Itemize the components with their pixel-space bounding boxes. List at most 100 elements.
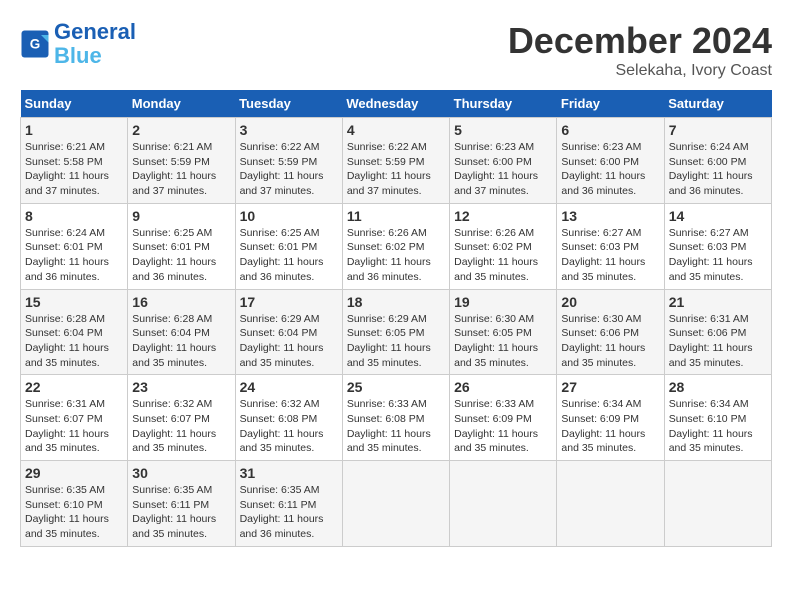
day-number: 14 (669, 208, 767, 224)
page-header: G General Blue December 2024 Selekaha, I… (20, 20, 772, 80)
day-info: Sunrise: 6:32 AM Sunset: 6:07 PM Dayligh… (132, 397, 230, 456)
day-number: 9 (132, 208, 230, 224)
day-cell-10: 10 Sunrise: 6:25 AM Sunset: 6:01 PM Dayli… (235, 203, 342, 289)
day-number: 26 (454, 379, 552, 395)
location: Selekaha, Ivory Coast (508, 62, 772, 80)
calendar-week-3: 15 Sunrise: 6:28 AM Sunset: 6:04 PM Dayli… (21, 289, 772, 375)
day-number: 31 (240, 465, 338, 481)
day-number: 20 (561, 294, 659, 310)
day-cell-23: 23 Sunrise: 6:32 AM Sunset: 6:07 PM Dayli… (128, 375, 235, 461)
day-cell-15: 15 Sunrise: 6:28 AM Sunset: 6:04 PM Dayli… (21, 289, 128, 375)
day-cell-24: 24 Sunrise: 6:32 AM Sunset: 6:08 PM Dayli… (235, 375, 342, 461)
day-number: 8 (25, 208, 123, 224)
day-info: Sunrise: 6:35 AM Sunset: 6:11 PM Dayligh… (132, 483, 230, 542)
day-info: Sunrise: 6:24 AM Sunset: 6:00 PM Dayligh… (669, 140, 767, 199)
day-cell-14: 14 Sunrise: 6:27 AM Sunset: 6:03 PM Dayli… (664, 203, 771, 289)
day-cell-2: 2Sunrise: 6:21 AM Sunset: 5:59 PM Daylig… (128, 118, 235, 204)
calendar-week-4: 22Sunrise: 6:31 AM Sunset: 6:07 PM Dayli… (21, 375, 772, 461)
day-cell-28: 28 Sunrise: 6:34 AM Sunset: 6:10 PM Dayli… (664, 375, 771, 461)
day-number: 16 (132, 294, 230, 310)
day-number: 22 (25, 379, 123, 395)
day-cell-11: 11 Sunrise: 6:26 AM Sunset: 6:02 PM Dayli… (342, 203, 449, 289)
day-cell-27: 27 Sunrise: 6:34 AM Sunset: 6:09 PM Dayli… (557, 375, 664, 461)
empty-cell (557, 461, 664, 547)
day-cell-16: 16 Sunrise: 6:28 AM Sunset: 6:04 PM Dayli… (128, 289, 235, 375)
day-cell-26: 26 Sunrise: 6:33 AM Sunset: 6:09 PM Dayli… (450, 375, 557, 461)
logo-icon: G (20, 29, 50, 59)
day-number: 7 (669, 122, 767, 138)
day-info: Sunrise: 6:33 AM Sunset: 6:08 PM Dayligh… (347, 397, 445, 456)
day-info: Sunrise: 6:23 AM Sunset: 6:00 PM Dayligh… (561, 140, 659, 199)
empty-cell (342, 461, 449, 547)
day-cell-18: 18 Sunrise: 6:29 AM Sunset: 6:05 PM Dayli… (342, 289, 449, 375)
day-number: 24 (240, 379, 338, 395)
calendar-week-5: 29Sunrise: 6:35 AM Sunset: 6:10 PM Dayli… (21, 461, 772, 547)
day-number: 23 (132, 379, 230, 395)
day-number: 4 (347, 122, 445, 138)
day-info: Sunrise: 6:28 AM Sunset: 6:04 PM Dayligh… (25, 312, 123, 371)
day-number: 6 (561, 122, 659, 138)
day-number: 19 (454, 294, 552, 310)
day-info: Sunrise: 6:28 AM Sunset: 6:04 PM Dayligh… (132, 312, 230, 371)
day-cell-22: 22Sunrise: 6:31 AM Sunset: 6:07 PM Dayli… (21, 375, 128, 461)
day-info: Sunrise: 6:21 AM Sunset: 5:58 PM Dayligh… (25, 140, 123, 199)
day-cell-21: 21 Sunrise: 6:31 AM Sunset: 6:06 PM Dayli… (664, 289, 771, 375)
weekday-header-wednesday: Wednesday (342, 90, 449, 118)
day-info: Sunrise: 6:27 AM Sunset: 6:03 PM Dayligh… (669, 226, 767, 285)
day-number: 2 (132, 122, 230, 138)
day-cell-29: 29Sunrise: 6:35 AM Sunset: 6:10 PM Dayli… (21, 461, 128, 547)
day-info: Sunrise: 6:23 AM Sunset: 6:00 PM Dayligh… (454, 140, 552, 199)
calendar-table: SundayMondayTuesdayWednesdayThursdayFrid… (20, 90, 772, 547)
day-number: 10 (240, 208, 338, 224)
day-info: Sunrise: 6:30 AM Sunset: 6:05 PM Dayligh… (454, 312, 552, 371)
day-number: 17 (240, 294, 338, 310)
day-info: Sunrise: 6:30 AM Sunset: 6:06 PM Dayligh… (561, 312, 659, 371)
day-info: Sunrise: 6:24 AM Sunset: 6:01 PM Dayligh… (25, 226, 123, 285)
day-info: Sunrise: 6:29 AM Sunset: 6:05 PM Dayligh… (347, 312, 445, 371)
day-info: Sunrise: 6:34 AM Sunset: 6:10 PM Dayligh… (669, 397, 767, 456)
logo-text: General Blue (54, 20, 136, 68)
day-info: Sunrise: 6:35 AM Sunset: 6:11 PM Dayligh… (240, 483, 338, 542)
day-cell-17: 17Sunrise: 6:29 AM Sunset: 6:04 PM Dayli… (235, 289, 342, 375)
day-info: Sunrise: 6:34 AM Sunset: 6:09 PM Dayligh… (561, 397, 659, 456)
day-info: Sunrise: 6:22 AM Sunset: 5:59 PM Dayligh… (240, 140, 338, 199)
day-cell-3: 3 Sunrise: 6:22 AM Sunset: 5:59 PM Daylig… (235, 118, 342, 204)
day-info: Sunrise: 6:25 AM Sunset: 6:01 PM Dayligh… (240, 226, 338, 285)
day-number: 11 (347, 208, 445, 224)
day-info: Sunrise: 6:26 AM Sunset: 6:02 PM Dayligh… (347, 226, 445, 285)
day-number: 3 (240, 122, 338, 138)
day-info: Sunrise: 6:31 AM Sunset: 6:06 PM Dayligh… (669, 312, 767, 371)
day-cell-5: 5Sunrise: 6:23 AM Sunset: 6:00 PM Daylig… (450, 118, 557, 204)
day-number: 21 (669, 294, 767, 310)
day-info: Sunrise: 6:26 AM Sunset: 6:02 PM Dayligh… (454, 226, 552, 285)
day-number: 29 (25, 465, 123, 481)
day-number: 15 (25, 294, 123, 310)
weekday-header-row: SundayMondayTuesdayWednesdayThursdayFrid… (21, 90, 772, 118)
day-info: Sunrise: 6:22 AM Sunset: 5:59 PM Dayligh… (347, 140, 445, 199)
day-number: 25 (347, 379, 445, 395)
day-cell-4: 4 Sunrise: 6:22 AM Sunset: 5:59 PM Daylig… (342, 118, 449, 204)
day-info: Sunrise: 6:32 AM Sunset: 6:08 PM Dayligh… (240, 397, 338, 456)
day-cell-6: 6 Sunrise: 6:23 AM Sunset: 6:00 PM Daylig… (557, 118, 664, 204)
calendar-week-2: 8 Sunrise: 6:24 AM Sunset: 6:01 PM Daylig… (21, 203, 772, 289)
day-number: 18 (347, 294, 445, 310)
day-info: Sunrise: 6:33 AM Sunset: 6:09 PM Dayligh… (454, 397, 552, 456)
logo: G General Blue (20, 20, 136, 68)
day-info: Sunrise: 6:25 AM Sunset: 6:01 PM Dayligh… (132, 226, 230, 285)
title-area: December 2024 Selekaha, Ivory Coast (508, 20, 772, 80)
day-cell-30: 30Sunrise: 6:35 AM Sunset: 6:11 PM Dayli… (128, 461, 235, 547)
day-cell-19: 19 Sunrise: 6:30 AM Sunset: 6:05 PM Dayli… (450, 289, 557, 375)
weekday-header-friday: Friday (557, 90, 664, 118)
day-number: 1 (25, 122, 123, 138)
day-cell-25: 25 Sunrise: 6:33 AM Sunset: 6:08 PM Dayli… (342, 375, 449, 461)
empty-cell (450, 461, 557, 547)
weekday-header-monday: Monday (128, 90, 235, 118)
weekday-header-sunday: Sunday (21, 90, 128, 118)
day-number: 28 (669, 379, 767, 395)
day-number: 27 (561, 379, 659, 395)
weekday-header-tuesday: Tuesday (235, 90, 342, 118)
month-title: December 2024 (508, 20, 772, 62)
day-cell-7: 7 Sunrise: 6:24 AM Sunset: 6:00 PM Daylig… (664, 118, 771, 204)
day-cell-1: 1 Sunrise: 6:21 AM Sunset: 5:58 PM Daylig… (21, 118, 128, 204)
day-cell-12: 12Sunrise: 6:26 AM Sunset: 6:02 PM Dayli… (450, 203, 557, 289)
